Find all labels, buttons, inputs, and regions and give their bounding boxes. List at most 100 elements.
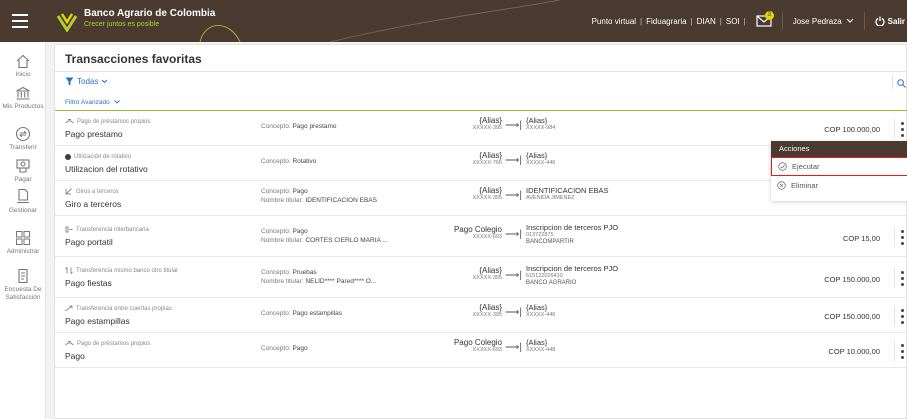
divider: [55, 71, 907, 72]
brand-name: Banco Agrario de Colombia: [84, 8, 216, 19]
holder-value: CORTES CIERLO MARIA ...: [305, 237, 388, 244]
destination-account: {Alias} XXXXX-446: [526, 303, 556, 318]
sidebar-item-transferir[interactable]: Transferir: [0, 126, 46, 152]
transaction-type: Transferencia mismo banco otro titular: [76, 267, 179, 274]
transaction-name: Utilizacion del rotativo: [65, 164, 148, 174]
transaction-amount: COP 150.000,00: [824, 275, 880, 284]
sidebar-item-label: Transferir: [9, 144, 37, 151]
transaction-name: Pago prestamo: [65, 129, 123, 139]
filter-divider: [55, 110, 907, 111]
more-options-icon[interactable]: [894, 341, 907, 361]
sidebar-item-mis-productos[interactable]: Mis Productos: [0, 86, 46, 111]
search-button[interactable]: [892, 75, 906, 89]
origin-account: Pago Colegio XXXXX-693: [453, 338, 502, 353]
transaction-type: Utilización de rotativo: [74, 153, 132, 160]
sidebar-item-label: Mis Productos: [2, 103, 44, 110]
logout-button[interactable]: Salir: [865, 16, 907, 26]
origin-account: Pago Colegio XXXXX-693: [453, 225, 502, 240]
concept-value: Pago: [292, 188, 308, 195]
link-dian[interactable]: DIAN: [697, 17, 716, 26]
transaction-type: Giros a terceros: [76, 188, 119, 195]
arrow-right-icon: ⟶|: [505, 307, 522, 318]
concept-value: Pago prestamo: [292, 123, 337, 130]
menu-icon[interactable]: [12, 14, 28, 28]
home-icon: [16, 54, 30, 69]
more-options-icon[interactable]: [894, 268, 907, 288]
advanced-filter-link[interactable]: Filtro Avanzado: [65, 99, 120, 106]
interbank-icon: [65, 226, 73, 233]
bank-logo-icon: [56, 13, 78, 32]
arrow-right-icon: ⟶|: [505, 120, 522, 131]
sidebar-item-pagar[interactable]: Pagar: [0, 158, 46, 184]
chevron-down-icon: [113, 100, 120, 104]
filter-dropdown[interactable]: Todas: [65, 77, 108, 86]
origin-account: {Alias} XXXXX-395: [472, 186, 502, 201]
advanced-filter-label: Filtro Avanzado: [65, 99, 110, 106]
transaction-name: Pago estampillas: [65, 316, 130, 326]
transaction-type: Transferencia interbancaria: [76, 226, 149, 233]
more-options-icon[interactable]: [894, 119, 907, 139]
rotative-dot-icon: [65, 153, 71, 160]
sidebar-item-label: Administrar: [6, 248, 40, 255]
sidebar-item-inicio[interactable]: Inicio: [0, 54, 46, 79]
origin-account: {Alias} XXXXX-395: [472, 303, 502, 318]
transaction-type: Pago de préstamos propios: [77, 340, 151, 347]
arrow-right-icon: ⟶|: [505, 190, 522, 201]
more-options-icon[interactable]: [894, 306, 907, 326]
top-bar: Banco Agrario de Colombia Crecer juntos …: [0, 0, 907, 42]
close-circle-icon: [777, 181, 786, 190]
grid-icon: [16, 231, 30, 245]
execute-option[interactable]: Ejecutar: [771, 157, 907, 176]
holder-value: NELID**** Pared**** O...: [305, 278, 377, 285]
transaction-row[interactable]: Transferencia mismo banco otro titular P…: [55, 258, 907, 298]
transaction-type: Pago de préstamos propios: [77, 118, 151, 125]
delete-option[interactable]: Eliminar: [771, 176, 907, 195]
bank-icon: [16, 86, 30, 100]
loan-hand-icon: [65, 341, 74, 346]
page-title: Transacciones favoritas: [65, 52, 202, 66]
arrow-right-icon: ⟶|: [505, 342, 522, 353]
concept-value: Pago estampillas: [292, 310, 342, 317]
survey-icon: [18, 268, 28, 284]
chevron-down-icon: [846, 18, 854, 23]
arrow-right-icon: ⟶|: [505, 155, 522, 166]
destination-account: {Alias} XXXXX-448: [526, 338, 556, 353]
check-circle-icon: [778, 162, 787, 171]
brand-logo[interactable]: Banco Agrario de Colombia Crecer juntos …: [56, 8, 215, 32]
sidebar-item-label: Pagar: [14, 176, 32, 183]
filter-label: Todas: [77, 77, 99, 86]
transaction-row[interactable]: Pago de préstamos propios Pago Concepto:…: [55, 334, 907, 368]
link-punto-virtual[interactable]: Punto virtual: [592, 17, 636, 26]
actions-title: Acciones: [771, 141, 907, 157]
transaction-type: Transferencia entre cuentas propias: [76, 305, 172, 312]
transaction-amount: COP 10.000,00: [828, 347, 880, 356]
sidebar-item-administrar[interactable]: Administrar: [0, 230, 46, 256]
transaction-row[interactable]: Transferencia interbancaria Pago portati…: [55, 217, 907, 257]
sidebar-item-label: Inicio: [15, 71, 31, 78]
link-fiduagraria[interactable]: Fiduagraria: [646, 17, 686, 26]
user-name: Jose Pedraza: [792, 16, 842, 26]
destination-account: Inscripcion de terceros PJO 013722875 BANC…: [526, 223, 619, 245]
concept-value: Rotativo: [292, 158, 317, 165]
logout-label: Salir: [887, 16, 905, 26]
sidebar-item-gestionar[interactable]: Gestionar: [0, 188, 46, 215]
sidebar-item-encuesta[interactable]: Encuesta De Satisfacción: [0, 268, 46, 302]
chevron-down-icon: [102, 79, 108, 84]
sidebar-item-label: Encuesta De Satisfacción: [4, 286, 42, 301]
transaction-name: Pago: [65, 351, 85, 361]
transaction-row[interactable]: Transferencia entre cuentas propias Pago…: [55, 299, 907, 333]
manage-icon: [17, 188, 29, 204]
user-menu[interactable]: Jose Pedraza: [781, 12, 865, 30]
own-accounts-icon: [65, 305, 73, 312]
origin-account: {Alias} XXXXX-766: [472, 151, 502, 166]
search-icon: [897, 79, 906, 88]
link-soi[interactable]: SOI: [726, 17, 740, 26]
sidebar: Inicio Mis Productos Transferir Pagar Ge…: [0, 42, 46, 419]
concept-value: Pruebas: [292, 269, 317, 276]
transaction-amount: COP 15,00: [843, 234, 880, 243]
more-options-icon[interactable]: [894, 227, 907, 247]
notifications-button[interactable]: 3: [756, 11, 774, 28]
arrow-right-icon: ⟶|: [505, 229, 522, 240]
transaction-amount: COP 100.000,00: [824, 125, 880, 134]
destination-account: {Alias} XXXXX-446: [526, 151, 556, 166]
